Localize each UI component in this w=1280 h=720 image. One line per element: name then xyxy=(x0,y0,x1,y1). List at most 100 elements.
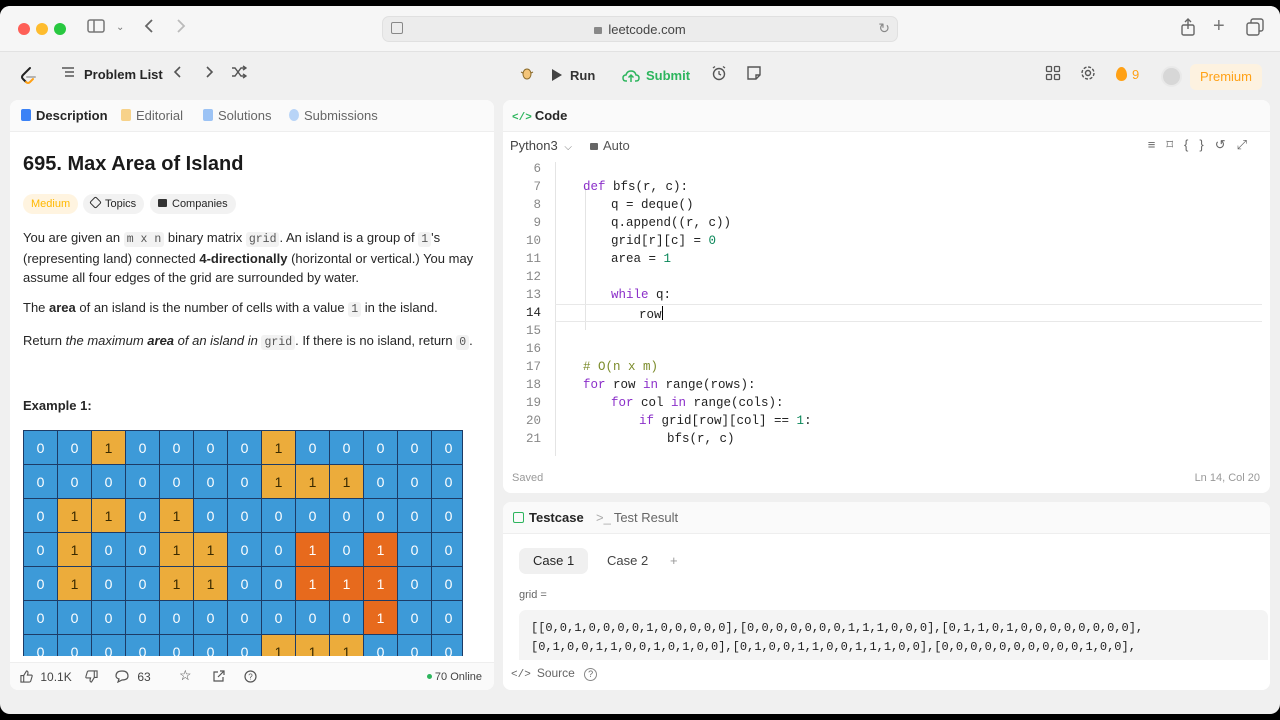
add-case-button[interactable]: + xyxy=(656,548,692,574)
problem-statement-p1: You are given an m x n binary matrix gri… xyxy=(23,230,474,285)
grid-cell: 0 xyxy=(398,567,432,601)
minimize-window-button[interactable] xyxy=(36,23,48,35)
bookmark-icon[interactable]: ⌑ xyxy=(1166,137,1184,152)
code-line[interactable]: while q: xyxy=(611,288,671,302)
share-icon[interactable] xyxy=(212,670,225,684)
debug-bug-icon[interactable] xyxy=(518,64,536,88)
help-icon[interactable]: ? xyxy=(584,668,598,681)
shuffle-icon[interactable] xyxy=(231,65,248,85)
source-label: Source xyxy=(536,666,575,680)
fire-icon xyxy=(1116,67,1127,81)
run-button[interactable]: Run xyxy=(552,64,595,88)
tab-test-result[interactable]: >_ Test Result xyxy=(596,510,678,526)
grid-cell: 0 xyxy=(398,465,432,499)
code-line[interactable]: bfs(r, c) xyxy=(667,432,735,446)
reload-icon[interactable]: ↻ xyxy=(878,20,890,37)
reset-icon[interactable]: ↺ xyxy=(1215,137,1237,152)
case-1-tab[interactable]: Case 1 xyxy=(519,548,589,574)
share-icon[interactable] xyxy=(1180,18,1196,42)
next-problem-icon[interactable] xyxy=(204,65,214,85)
tab-testcase[interactable]: Testcase xyxy=(513,510,584,526)
tab-submissions[interactable]: Submissions xyxy=(289,108,378,124)
grid-cell: 1 xyxy=(160,567,194,601)
line-number: 9 xyxy=(533,216,541,230)
code-line[interactable]: grid[r][c] = 0 xyxy=(611,234,716,248)
help-icon[interactable]: ? xyxy=(244,670,257,684)
code-line[interactable]: row xyxy=(639,306,663,322)
leetcode-logo-icon[interactable] xyxy=(18,66,38,86)
grid-cell: 1 xyxy=(262,431,296,465)
comment-icon xyxy=(115,670,132,684)
code-line[interactable]: area = 1 xyxy=(611,252,671,266)
alarm-clock-icon[interactable] xyxy=(711,65,727,87)
comments-button[interactable]: 63 xyxy=(115,670,151,684)
code-line[interactable]: # O(n x m) xyxy=(583,360,658,374)
grid-cell: 0 xyxy=(364,499,398,533)
problem-title[interactable]: 695. Max Area of Island xyxy=(23,153,243,176)
topics-button[interactable]: Topics xyxy=(83,194,145,214)
tab-testcase-label: Testcase xyxy=(529,510,584,525)
zoom-window-button[interactable] xyxy=(54,23,66,35)
code-brackets-icon: </> xyxy=(512,112,532,124)
tab-code[interactable]: </> Code xyxy=(512,108,567,126)
problem-statement-p2: The area of an island is the number of c… xyxy=(23,300,438,317)
grid-cell: 0 xyxy=(432,431,462,465)
close-window-button[interactable] xyxy=(18,23,30,35)
language-selector[interactable]: Python3 ⌵ xyxy=(510,138,572,153)
prev-problem-icon[interactable] xyxy=(173,65,183,85)
star-icon[interactable]: ☆ xyxy=(179,668,192,682)
tab-description[interactable]: Description xyxy=(21,108,108,124)
companies-label: Companies xyxy=(172,198,228,210)
line-number: 8 xyxy=(533,198,541,212)
grid-cell: 0 xyxy=(126,533,160,567)
problem-list-link[interactable]: Problem List xyxy=(84,65,163,85)
grid-cell: 0 xyxy=(296,601,330,635)
tab-editorial[interactable]: Editorial xyxy=(121,108,183,124)
format-icon[interactable]: ≡ xyxy=(1148,137,1167,152)
expand-icon[interactable]: ⤢ xyxy=(1237,137,1258,152)
source-link[interactable]: </> Source ? xyxy=(511,666,598,681)
layout-grid-icon[interactable] xyxy=(1045,65,1061,87)
streak-counter[interactable]: 9 xyxy=(1116,65,1139,85)
forward-icon[interactable] xyxy=(176,18,186,40)
thumbs-up-icon xyxy=(20,670,36,684)
description-footer: 10.1K 63 ☆ ? 70 Online xyxy=(10,662,494,690)
avatar[interactable] xyxy=(1161,66,1182,87)
chevron-down-icon[interactable]: ⌄ xyxy=(116,18,124,38)
case-2-tab[interactable]: Case 2 xyxy=(593,548,662,574)
code-line[interactable]: q.append((r, c)) xyxy=(611,216,731,230)
code-line[interactable]: for row in range(rows): xyxy=(583,378,756,392)
tab-solutions[interactable]: Solutions xyxy=(203,108,271,124)
companies-button[interactable]: Companies xyxy=(150,194,236,214)
dislike-icon[interactable] xyxy=(85,670,98,684)
grid-cell: 1 xyxy=(194,533,228,567)
grid-cell: 0 xyxy=(58,465,92,499)
braces-icon[interactable]: {} xyxy=(1184,137,1215,152)
tabs-overview-icon[interactable] xyxy=(1246,18,1264,42)
code-line[interactable]: for col in range(cols): xyxy=(611,396,784,410)
premium-button[interactable]: Premium xyxy=(1189,64,1262,90)
submit-button[interactable]: Submit xyxy=(622,64,690,88)
history-icon xyxy=(289,109,299,121)
browser-toolbar: ⌄ leetcode.com ↻ + xyxy=(0,6,1280,52)
new-tab-icon[interactable]: + xyxy=(1213,16,1225,36)
auto-mode-toggle[interactable]: Auto xyxy=(590,138,630,153)
line-number: 18 xyxy=(525,378,541,392)
streak-count: 9 xyxy=(1132,67,1140,82)
code-line[interactable]: if grid[row][col] == 1: xyxy=(639,414,812,428)
like-button[interactable]: 10.1K xyxy=(20,670,72,684)
code-line[interactable]: q = deque() xyxy=(611,198,694,212)
sidebar-toggle-icon[interactable] xyxy=(87,18,105,40)
description-panel: Description Editorial Solutions Submissi… xyxy=(10,100,494,690)
testcase-tabs: Testcase >_ Test Result xyxy=(503,502,1270,534)
problem-statement-p3: Return the maximum area of an island in … xyxy=(23,333,473,350)
back-icon[interactable] xyxy=(144,18,154,40)
settings-gear-icon[interactable] xyxy=(1080,65,1096,87)
code-line[interactable]: def bfs(r, c): xyxy=(583,180,688,194)
source-bar: </> Source ? xyxy=(503,660,1270,690)
notes-icon[interactable] xyxy=(746,65,762,87)
code-editor[interactable]: 6 7 def bfs(r, c): 8 q = deque() 9 q.append((r… xyxy=(503,162,1270,456)
problem-list-icon[interactable] xyxy=(61,65,75,85)
address-bar[interactable]: leetcode.com ↻ xyxy=(382,16,898,42)
grid-cell: 0 xyxy=(432,635,462,656)
